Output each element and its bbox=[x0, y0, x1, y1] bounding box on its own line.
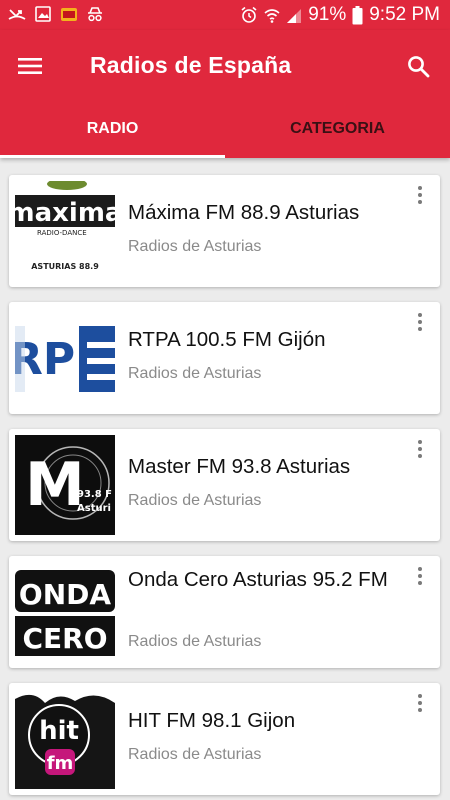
list-item[interactable]: RP RTPA 100.5 FM Gijón Radios de Asturia… bbox=[9, 302, 440, 414]
hit-logo-text: hit bbox=[39, 716, 79, 746]
menu-button[interactable] bbox=[12, 48, 48, 84]
master-fm-logo: M 93.8 F Asturi bbox=[15, 435, 115, 535]
hamburger-menu-icon bbox=[18, 58, 42, 74]
station-category: Radios de Asturias bbox=[128, 492, 262, 509]
station-category: Radios de Asturias bbox=[128, 238, 262, 255]
app-bar: Radios de España RADIO CATEGORIA bbox=[0, 30, 450, 158]
clock: 9:52 PM bbox=[369, 4, 440, 25]
search-button[interactable] bbox=[400, 48, 436, 84]
station-category: Radios de Asturias bbox=[128, 746, 262, 763]
maxima-logo-text: maxima bbox=[15, 198, 115, 228]
maxima-fm-logo: maxima RADIO-DANCE ASTURIAS 88.9 bbox=[15, 181, 115, 281]
battery-percent: 91% bbox=[308, 4, 347, 25]
station-name: RTPA 100.5 FM Gijón bbox=[128, 328, 326, 351]
page-title: Radios de España bbox=[90, 52, 292, 78]
station-category: Radios de Asturias bbox=[128, 633, 262, 650]
master-logo-freq: 93.8 F bbox=[77, 489, 112, 500]
incognito-icon bbox=[88, 7, 102, 22]
more-options-icon[interactable] bbox=[408, 435, 432, 463]
maxima-logo-city: ASTURIAS 88.9 bbox=[31, 262, 99, 271]
radio-app-icon bbox=[61, 8, 77, 21]
missed-call-icon bbox=[8, 9, 26, 20]
list-item[interactable]: hit fm HIT FM 98.1 Gijon Radios de Astur… bbox=[9, 683, 440, 795]
station-name: HIT FM 98.1 Gijon bbox=[128, 709, 296, 732]
gallery-icon bbox=[35, 6, 51, 22]
wifi-icon bbox=[264, 9, 280, 23]
system-status: 91% 9:52 PM bbox=[240, 4, 440, 26]
list-item[interactable]: M 93.8 F Asturi Master FM 93.8 Asturias … bbox=[9, 429, 440, 541]
station-name: Onda Cero Asturias 95.2 FM bbox=[128, 568, 388, 591]
tab-bar: RADIO CATEGORIA bbox=[0, 100, 450, 158]
onda-logo-text: ONDA bbox=[19, 578, 111, 611]
cero-logo-text: CERO bbox=[22, 622, 107, 655]
master-logo-letter: M bbox=[25, 450, 85, 520]
station-name: Master FM 93.8 Asturias bbox=[128, 455, 351, 478]
more-options-icon[interactable] bbox=[408, 308, 432, 336]
rtpa-logo: RP bbox=[15, 308, 115, 408]
list-item[interactable]: maxima RADIO-DANCE ASTURIAS 88.9 Máxima … bbox=[9, 175, 440, 287]
alarm-icon bbox=[241, 6, 257, 23]
station-category: Radios de Asturias bbox=[128, 365, 262, 382]
master-logo-city: Asturi bbox=[77, 503, 111, 514]
station-name: Máxima FM 88.9 Asturias bbox=[128, 201, 360, 224]
fm-logo-text: fm bbox=[47, 753, 74, 774]
more-options-icon[interactable] bbox=[408, 181, 432, 209]
onda-cero-logo: ONDA CERO bbox=[15, 562, 115, 662]
status-bar: 91% 9:52 PM bbox=[0, 0, 450, 30]
hit-fm-logo: hit fm bbox=[15, 689, 115, 789]
maxima-logo-subtext: RADIO-DANCE bbox=[37, 229, 87, 237]
signal-icon bbox=[287, 9, 302, 23]
tab-radio[interactable]: RADIO bbox=[0, 100, 225, 158]
search-icon bbox=[407, 55, 429, 77]
more-options-icon[interactable] bbox=[408, 689, 432, 717]
more-options-icon[interactable] bbox=[408, 562, 432, 590]
tab-categoria[interactable]: CATEGORIA bbox=[225, 100, 450, 158]
battery-icon bbox=[352, 5, 363, 24]
notification-icons bbox=[8, 5, 104, 23]
list-item[interactable]: ONDA CERO Onda Cero Asturias 95.2 FM Rad… bbox=[9, 556, 440, 668]
